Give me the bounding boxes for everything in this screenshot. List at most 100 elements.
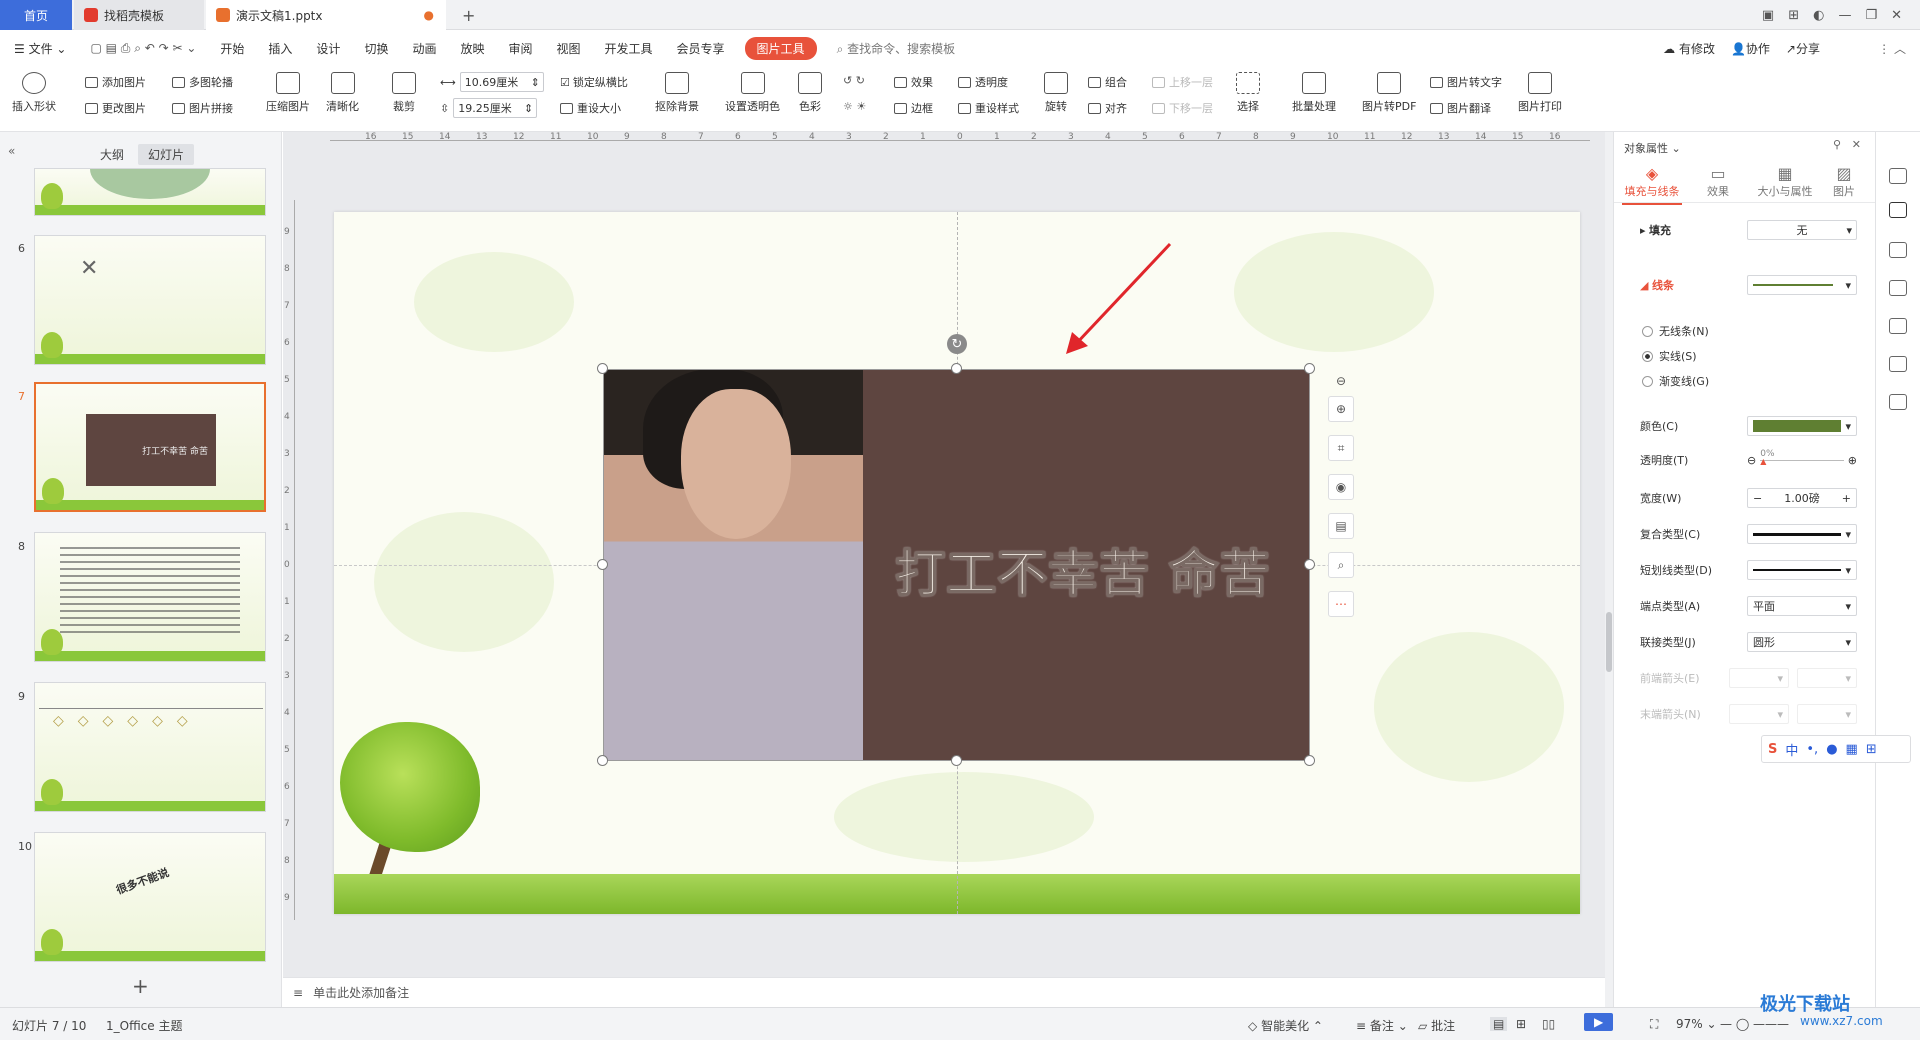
resize-handle-top[interactable] <box>951 363 962 374</box>
ime-menu-icon[interactable]: ⊞ <box>1866 742 1877 757</box>
print-picture-button[interactable]: 图片打印 <box>1518 72 1562 114</box>
height-field[interactable]: ⇳ 19.25厘米 ⇕ <box>440 98 538 118</box>
book-icon[interactable] <box>1889 394 1907 410</box>
reset-style-button[interactable]: 重设样式 <box>958 100 1019 116</box>
pin-icon[interactable]: ⚲ <box>1833 138 1841 151</box>
resize-handle-right[interactable] <box>1304 559 1315 570</box>
slider-thumb-icon[interactable]: ▲ <box>1760 457 1766 466</box>
color-picker[interactable]: ▾ <box>1747 416 1857 436</box>
zoom-level[interactable]: 97% ⌄ <box>1676 1017 1717 1031</box>
align-button[interactable]: 对齐 <box>1088 100 1127 116</box>
fill-section[interactable]: ▸ 填充 <box>1640 222 1671 238</box>
menu-member[interactable]: 会员专享 <box>665 40 737 57</box>
batch-process-button[interactable]: 批量处理 <box>1292 72 1336 114</box>
modified-button[interactable]: ☁ 有修改 <box>1663 40 1715 57</box>
begin-arrow-type[interactable]: ▾ <box>1729 668 1789 688</box>
picture-splice-button[interactable]: 图片拼接 <box>172 100 233 116</box>
collaborate-button[interactable]: 👤协作 <box>1731 40 1770 57</box>
command-search[interactable]: ⌕ 查找命令、搜索模板 <box>825 40 968 57</box>
theme-name[interactable]: 1_Office 主题 <box>106 1017 182 1034</box>
collapse-panel-icon[interactable]: « <box>8 144 15 158</box>
tab-outline[interactable]: 大纲 <box>90 144 134 165</box>
share-button[interactable]: ↗分享 <box>1786 40 1820 57</box>
tab-slides[interactable]: 幻灯片 <box>138 144 195 165</box>
play-slideshow-button[interactable]: ▶ <box>1584 1013 1614 1031</box>
close-icon[interactable]: ✕ <box>1891 8 1902 23</box>
file-menu[interactable]: ☰ 文件 ⌄ <box>0 40 78 57</box>
menu-start[interactable]: 开始 <box>208 40 256 57</box>
multi-carousel-button[interactable]: 多图轮播 <box>172 74 233 90</box>
rotate-button[interactable]: 旋转 <box>1044 72 1068 114</box>
clarify-button[interactable]: 清晰化 <box>326 72 359 114</box>
compress-button[interactable]: 压缩图片 <box>266 72 310 114</box>
plus-circle-icon[interactable]: ⊕ <box>1848 454 1857 467</box>
restore-icon[interactable]: ❐ <box>1865 8 1877 23</box>
quick-access-toolbar[interactable]: ▢ ▤ ⎙ ⌕ ↶ ↷ ✂ ⌄ <box>78 41 208 56</box>
group-button[interactable]: 组合 <box>1088 74 1127 90</box>
rotate-handle-icon[interactable]: ↻ <box>947 334 967 354</box>
slide-thumbnail-8[interactable] <box>34 532 266 662</box>
comment-toggle[interactable]: ▱ 批注 <box>1418 1017 1455 1034</box>
zoom-out-icon[interactable]: ⊖ <box>1328 368 1354 394</box>
tab-picture[interactable]: ▨ 图片 <box>1826 164 1862 199</box>
fill-dropdown[interactable]: 无 ▾ <box>1747 220 1857 240</box>
set-transparent-button[interactable]: 设置透明色 <box>725 72 780 114</box>
end-arrow-size[interactable]: ▾ <box>1797 704 1857 724</box>
fit-window-icon[interactable]: ⛶ <box>1650 1017 1658 1032</box>
tab-effects[interactable]: ▭ 效果 <box>1698 164 1738 199</box>
avatar[interactable]: ◐ <box>1813 8 1824 23</box>
plus-icon[interactable]: + <box>1842 492 1851 505</box>
rotate-left-icon[interactable]: ↺ ↻ <box>843 74 865 87</box>
resize-handle-left[interactable] <box>597 559 608 570</box>
microphone-icon[interactable]: ● <box>1826 742 1837 757</box>
slide-thumbnail-6[interactable]: ✕ <box>34 235 266 365</box>
menu-developer[interactable]: 开发工具 <box>593 40 665 57</box>
properties-icon[interactable] <box>1889 202 1907 218</box>
radio-gradient-line[interactable]: 渐变线(G) <box>1642 373 1709 389</box>
radio-solid-line[interactable]: 实线(S) <box>1642 348 1697 364</box>
translate-button[interactable]: 图片翻译 <box>1430 100 1491 116</box>
scrollbar-thumb[interactable] <box>1606 612 1612 672</box>
apps-grid-icon[interactable]: ⊞ <box>1788 8 1799 23</box>
picture-to-text-icon[interactable]: ▤ <box>1328 513 1354 539</box>
tab-size-properties[interactable]: ▦ 大小与属性 <box>1750 164 1820 199</box>
punctuation-icon[interactable]: •, <box>1806 742 1818 757</box>
slide-thumbnail-10[interactable]: 很多不能说 <box>34 832 266 962</box>
add-slide-button[interactable]: + <box>132 974 149 998</box>
to-text-button[interactable]: 图片转文字 <box>1430 74 1502 90</box>
slider-track[interactable]: 0% ▲ <box>1760 449 1844 466</box>
width-field[interactable]: ⟷ 10.69厘米 ⇕ <box>440 72 544 92</box>
change-picture-button[interactable]: 更改图片 <box>85 100 146 116</box>
transparency-button[interactable]: 透明度 <box>958 74 1008 90</box>
menu-review[interactable]: 审阅 <box>496 40 544 57</box>
menu-transition[interactable]: 切换 <box>352 40 400 57</box>
picture-search-icon[interactable]: ⌕ <box>1328 552 1354 578</box>
style-icon[interactable] <box>1889 168 1907 184</box>
notes-toggle[interactable]: ≡ 备注 ⌄ <box>1356 1017 1408 1034</box>
lock-ratio-checkbox[interactable]: ☑ 锁定纵横比 <box>560 74 628 90</box>
resize-handle-bottom[interactable] <box>951 755 962 766</box>
dash-dropdown[interactable]: ▾ <box>1747 560 1857 580</box>
crop-button[interactable]: 裁剪 <box>392 72 416 114</box>
border-button[interactable]: 边框 <box>894 100 933 116</box>
new-tab-button[interactable]: + <box>452 0 485 30</box>
layout-icon[interactable]: ▣ <box>1762 8 1774 23</box>
compound-dropdown[interactable]: ▾ <box>1747 524 1857 544</box>
close-panel-icon[interactable]: ✕ <box>1852 138 1861 151</box>
zoom-slider[interactable]: — ◯ ——— <box>1720 1017 1789 1031</box>
line-section[interactable]: ◢ 线条 <box>1640 277 1674 293</box>
tab-picture-tools[interactable]: 图片工具 <box>744 36 817 60</box>
slide-thumbnail-5[interactable] <box>34 168 266 216</box>
input-method-bar[interactable]: S 中 •, ● ▦ ⊞ <box>1761 735 1911 763</box>
slide-thumbnail-7[interactable]: 打工不幸苦 命苦 <box>34 382 266 512</box>
minus-circle-icon[interactable]: ⊖ <box>1747 454 1756 467</box>
minimize-icon[interactable]: — <box>1838 8 1851 23</box>
line-style-dropdown[interactable]: ▾ <box>1747 275 1857 295</box>
menu-slideshow[interactable]: 放映 <box>448 40 496 57</box>
width-stepper[interactable]: − 1.00磅 + <box>1747 488 1857 508</box>
menu-design[interactable]: 设计 <box>304 40 352 57</box>
remove-background-button[interactable]: 抠除背景 <box>655 72 699 114</box>
menu-view[interactable]: 视图 <box>545 40 593 57</box>
to-pdf-button[interactable]: 图片转PDF <box>1362 72 1416 114</box>
tab-fill-line[interactable]: ◈ 填充与线条 <box>1622 164 1682 205</box>
